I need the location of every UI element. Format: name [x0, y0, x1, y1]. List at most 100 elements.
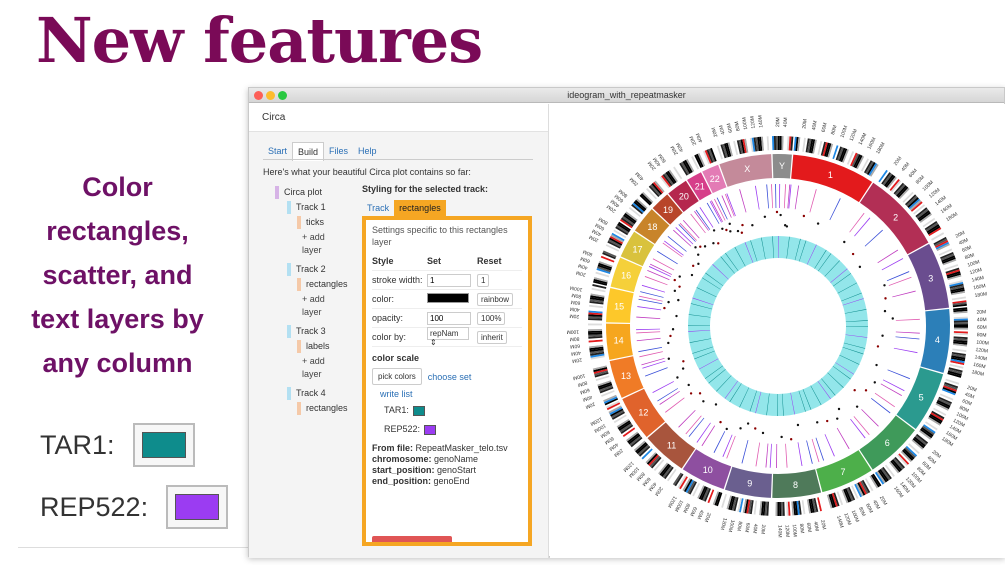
- add-layer-button[interactable]: + add layer: [297, 293, 337, 319]
- stroke-width-reset-button[interactable]: 1: [477, 273, 490, 287]
- scale-color-swatch[interactable]: [412, 405, 425, 416]
- tick-label: 60M: [726, 122, 734, 133]
- scatter-point: [703, 245, 707, 248]
- scale-color-swatch[interactable]: [424, 424, 437, 435]
- tab-rectangles[interactable]: rectangles: [394, 200, 446, 216]
- chromosome-label: Y: [779, 161, 785, 171]
- stroke-width-input[interactable]: [427, 273, 471, 287]
- tick-label: 100M: [741, 117, 749, 130]
- scatter-point: [712, 242, 715, 245]
- tree-root[interactable]: Circa plot: [275, 186, 322, 199]
- color-by-select[interactable]: repNam ⇕: [427, 327, 469, 347]
- tree-track-4[interactable]: Track 4: [287, 387, 326, 400]
- color-scale-controls: pick colors choose set: [372, 368, 522, 385]
- chromosome-label: 8: [793, 480, 798, 490]
- scatter-point: [702, 400, 705, 403]
- rectangle-mark: [871, 398, 891, 414]
- scatter-point: [802, 214, 806, 218]
- color-picker[interactable]: [427, 293, 469, 303]
- opacity-reset-button[interactable]: 100%: [477, 311, 506, 325]
- rectangle-mark: [636, 331, 661, 334]
- color-label: color:: [372, 294, 395, 304]
- tick-label: 40M: [812, 521, 820, 532]
- tab-track[interactable]: Track: [362, 200, 394, 216]
- write-list-link[interactable]: write list: [380, 389, 522, 399]
- close-window-icon[interactable]: [254, 91, 263, 100]
- tree-layer-labels[interactable]: labels: [297, 340, 330, 353]
- rectangle-mark: [783, 184, 787, 209]
- scatter-point: [851, 252, 855, 256]
- rectangle-mark: [776, 443, 778, 468]
- add-layer-button[interactable]: + add layer: [297, 231, 337, 257]
- delete-layer-button[interactable]: [372, 536, 452, 542]
- scale-item-label: TAR1:: [384, 405, 409, 415]
- cytoband: [773, 136, 777, 151]
- chromosome-label: 22: [710, 174, 720, 184]
- scatter-point: [676, 376, 679, 379]
- scatter-point: [678, 285, 681, 288]
- scatter-point: [741, 223, 744, 227]
- scatter-point: [673, 278, 676, 282]
- tick-label: 80M: [915, 175, 926, 186]
- tree-layer-ticks[interactable]: ticks: [297, 216, 324, 229]
- slide: New features Color rectangles, scatter, …: [0, 0, 1005, 565]
- chromosome-label: chromosome:: [372, 454, 432, 464]
- scatter-point: [663, 306, 666, 310]
- tree-track-2[interactable]: Track 2: [287, 263, 326, 276]
- tick-label: 60M: [908, 168, 919, 179]
- rectangle-mark: [874, 392, 895, 408]
- opacity-row: opacity: 100%: [372, 309, 522, 328]
- rectangle-mark: [641, 284, 666, 293]
- tick-label: 140M: [974, 354, 987, 362]
- window-title: ideogram_with_repeatmasker: [567, 90, 686, 100]
- rectangle-mark: [766, 184, 769, 209]
- pick-colors-button[interactable]: pick colors: [372, 368, 422, 385]
- tree-track-1[interactable]: Track 1: [287, 201, 326, 214]
- color-reset-button[interactable]: rainbow: [477, 292, 514, 306]
- cytoband: [777, 136, 780, 151]
- maximize-window-icon[interactable]: [278, 91, 287, 100]
- tick-label: 20M: [572, 356, 583, 363]
- tick-label: 80M: [977, 332, 987, 338]
- scatter-point: [689, 392, 693, 395]
- rectangle-mark: [701, 425, 716, 447]
- tick-label: 140M: [835, 515, 844, 529]
- tree-track-3[interactable]: Track 3: [287, 325, 326, 338]
- inner-ring: [687, 236, 868, 416]
- tick-label: 80M: [569, 335, 579, 342]
- tick-label: 20M: [801, 119, 808, 129]
- rectangle-mark: [895, 336, 920, 340]
- cytoband: [775, 501, 778, 516]
- settings-note: Settings specific to this rectangles lay…: [372, 225, 508, 247]
- scatter-point: [746, 422, 750, 425]
- data-source-info: From file: RepeatMasker_telo.tsv chromos…: [372, 443, 522, 487]
- opacity-input[interactable]: [427, 311, 471, 325]
- add-layer-button[interactable]: + add layer: [297, 355, 337, 381]
- color-scale-title: color scale: [372, 353, 420, 363]
- chromosome-label: 21: [695, 181, 705, 191]
- chromosome-label: 2: [893, 213, 898, 223]
- rectangle-mark: [755, 442, 761, 467]
- tree-layer-rectangles[interactable]: rectangles: [297, 278, 348, 291]
- choose-set-link[interactable]: choose set: [428, 372, 472, 382]
- scatter-point: [775, 210, 779, 214]
- tick-label: 40M: [718, 124, 726, 135]
- scatter-point: [876, 345, 880, 348]
- tree-layer-rectangles-selected[interactable]: rectangles: [297, 402, 348, 415]
- color-by-reset-button[interactable]: inherit: [477, 330, 507, 344]
- chromosome-label: 16: [621, 271, 631, 281]
- tick-label: 20M: [893, 156, 904, 167]
- tick-label: 40M: [811, 120, 819, 131]
- scatter-point: [779, 213, 782, 217]
- cytoband: [953, 322, 968, 325]
- rectangle-mark: [771, 184, 773, 209]
- tick-label: 100M: [791, 524, 798, 537]
- rectangle-mark: [854, 217, 871, 237]
- minimize-window-icon[interactable]: [266, 91, 275, 100]
- tick-label: 100M: [572, 372, 586, 381]
- cytoband: [953, 324, 968, 326]
- tick-label: 40M: [977, 317, 987, 323]
- rectangle-mark: [861, 409, 879, 427]
- legend-item-tar1: TAR1:: [40, 423, 195, 467]
- rectangle-mark: [797, 442, 803, 467]
